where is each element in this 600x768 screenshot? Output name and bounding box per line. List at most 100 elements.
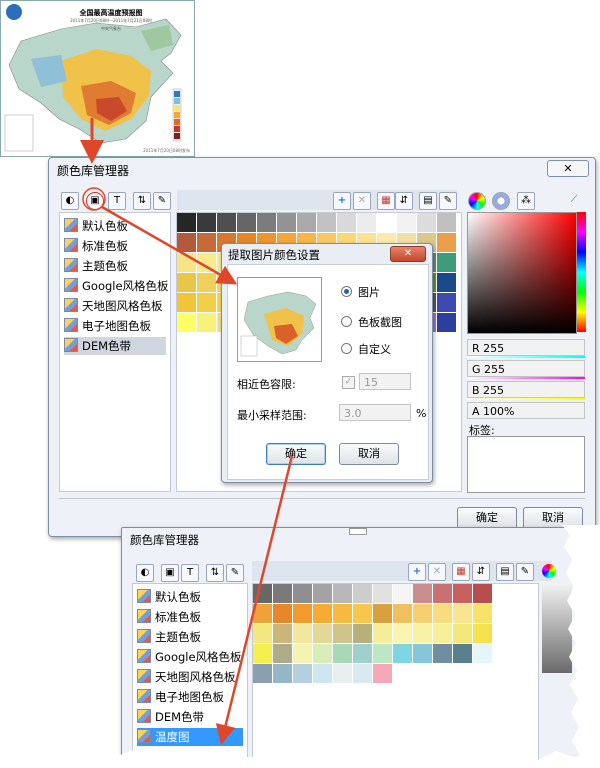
move-icon[interactable]: ⇅ [133,192,151,210]
palette-list-item[interactable]: DEM色带 [64,337,166,355]
color-swatch[interactable] [197,293,216,312]
dialog-ok-button[interactable]: 确定 [266,443,326,465]
color-swatch[interactable] [393,584,412,603]
color-swatch[interactable] [177,313,196,332]
tag-textarea[interactable] [467,436,585,493]
b-field[interactable]: B 255 [467,381,585,398]
sample-range-input[interactable]: 3.0 [339,404,411,421]
color-swatch[interactable] [253,664,272,683]
color-swatch[interactable] [313,644,332,663]
text-icon[interactable]: T [181,564,199,582]
palette-list-item[interactable]: 标准色板 [137,608,243,626]
palette-list-item[interactable]: 电子地图色板 [64,317,166,335]
color-swatch[interactable] [333,584,352,603]
palette-icon[interactable]: ◐ [136,564,154,582]
color-swatch[interactable] [253,584,272,603]
color-dots-icon[interactable]: ⁂ [517,192,535,210]
color-swatch[interactable] [373,664,392,683]
color-swatch[interactable] [373,624,392,643]
eyedropper-icon[interactable]: ⟋ [566,192,582,208]
delete-icon[interactable]: ✕ [353,192,371,210]
color-swatch[interactable] [473,604,492,623]
tolerance-input[interactable]: 15 [359,373,411,390]
palette-icon[interactable]: ◐ [61,192,79,210]
color-swatch[interactable] [433,604,452,623]
close-button[interactable]: ✕ [547,160,589,177]
color-swatch[interactable] [317,213,336,232]
color-swatch[interactable] [313,664,332,683]
color-swatch[interactable] [377,213,396,232]
color-swatch[interactable] [217,213,236,232]
color-swatch[interactable] [413,584,432,603]
color-swatch[interactable] [373,584,392,603]
color-swatch[interactable] [353,584,372,603]
color-swatch[interactable] [177,273,196,292]
color-swatch[interactable] [397,213,416,232]
color-swatch[interactable] [393,644,412,663]
color-swatch[interactable] [353,624,372,643]
color-swatch[interactable] [197,253,216,272]
color-swatch[interactable] [197,313,216,332]
option-palette-screenshot-radio[interactable] [341,316,352,327]
color-swatch[interactable] [333,664,352,683]
color-swatch[interactable] [433,624,452,643]
grid-icon[interactable]: ▤ [496,563,514,581]
color-swatch[interactable] [437,293,456,312]
edit2-icon[interactable]: ✎ [516,563,534,581]
palette-list-item[interactable]: 标准色板 [64,237,166,255]
splitter-handle[interactable] [349,528,367,535]
color-swatch[interactable] [353,664,372,683]
color-swatch[interactable] [237,213,256,232]
delete-red-icon[interactable]: ▦ [452,563,470,581]
color-swatch[interactable] [333,624,352,643]
option-image-radio[interactable] [341,286,352,297]
color-swatch[interactable] [453,604,472,623]
palette-list-item[interactable]: DEM色带 [137,708,243,726]
color-swatch[interactable] [293,644,312,663]
edit-icon[interactable]: ✎ [226,564,244,582]
edit-icon[interactable]: ✎ [153,192,171,210]
color-swatch[interactable] [293,664,312,683]
palette-list-item[interactable]: 天地图风格色板 [64,297,166,315]
color-swatch[interactable] [333,604,352,623]
color-swatch[interactable] [177,293,196,312]
color-swatch[interactable] [437,213,456,232]
color-swatch[interactable] [413,604,432,623]
color-swatch[interactable] [197,233,216,252]
color-swatch[interactable] [197,213,216,232]
color-swatch[interactable] [293,624,312,643]
color-swatch[interactable] [357,213,376,232]
a-field[interactable]: A 100% [467,402,585,419]
color-swatch[interactable] [473,584,492,603]
color-swatch[interactable] [277,213,296,232]
color-swatch[interactable] [293,604,312,623]
color-swatch[interactable] [453,644,472,663]
color-swatch[interactable] [453,584,472,603]
add-icon[interactable]: + [333,192,351,210]
color-swatch[interactable] [353,644,372,663]
text-icon[interactable]: T [108,192,126,210]
color-swatch[interactable] [177,253,196,272]
color-swatch[interactable] [417,213,436,232]
delete-red-icon[interactable]: ▦ [377,192,395,210]
option-custom-radio[interactable] [341,343,352,354]
r-field[interactable]: R 255 [467,339,585,356]
color-swatch[interactable] [373,604,392,623]
color-swatch[interactable] [293,584,312,603]
palette-list-item[interactable]: 电子地图色板 [137,688,243,706]
color-swatch[interactable] [297,213,316,232]
color-swatch[interactable] [273,664,292,683]
color-swatch[interactable] [437,253,456,272]
color-swatch[interactable] [253,644,272,663]
color-swatch[interactable] [273,584,292,603]
color-swatch[interactable] [473,644,492,663]
color-swatch[interactable] [453,624,472,643]
palette-list-item[interactable]: 主题色板 [64,257,166,275]
color-swatch[interactable] [177,233,196,252]
sort-icon[interactable]: ⇵ [395,192,413,210]
color-swatch[interactable] [253,624,272,643]
hue-ring-icon[interactable] [492,192,510,210]
color-swatch[interactable] [393,624,412,643]
hue-slider[interactable] [577,212,586,332]
color-swatch[interactable] [337,213,356,232]
